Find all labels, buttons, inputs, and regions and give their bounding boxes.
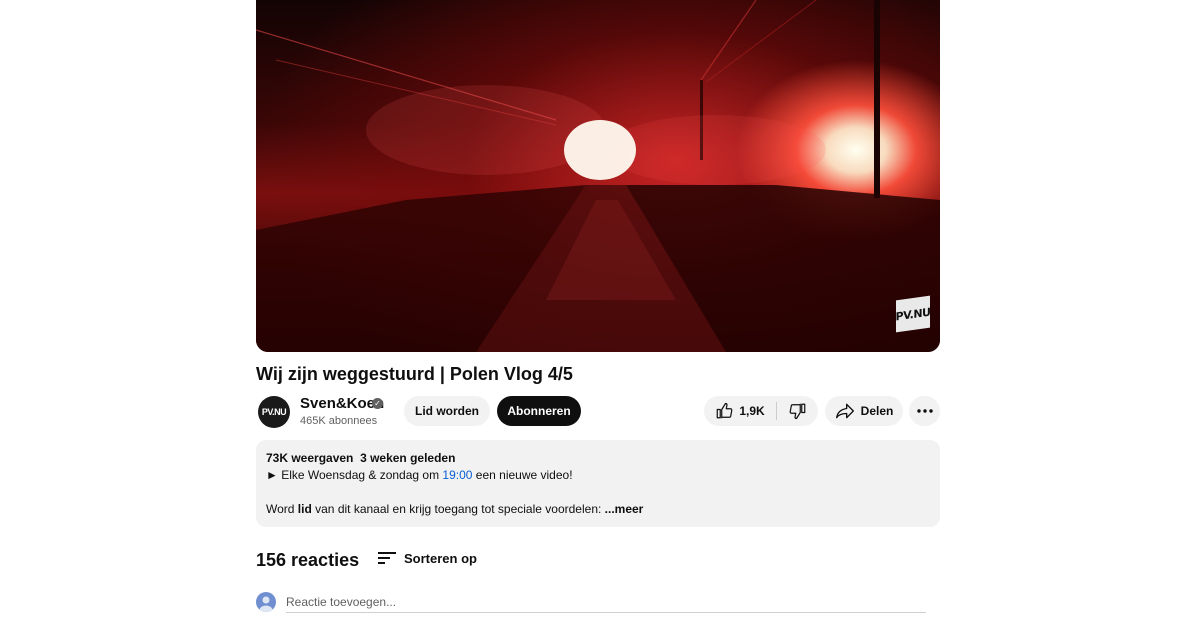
user-silhouette-icon bbox=[259, 596, 273, 612]
user-avatar bbox=[256, 592, 276, 612]
verified-check-icon: ✓ bbox=[372, 398, 383, 409]
ellipsis-icon bbox=[916, 409, 933, 413]
join-button[interactable]: Lid worden bbox=[404, 396, 490, 426]
membership-prefix: Word bbox=[266, 502, 298, 516]
video-frame-scene bbox=[256, 0, 940, 352]
comments-count: 156 reacties bbox=[256, 550, 360, 570]
upload-date: 3 weken geleden bbox=[360, 451, 456, 465]
channel-avatar[interactable]: PV.NU bbox=[258, 396, 290, 428]
like-count: 1,9K bbox=[739, 404, 765, 418]
thumbs-up-icon bbox=[716, 402, 733, 419]
schedule-suffix: een nieuwe video! bbox=[472, 468, 573, 482]
thumbs-down-icon bbox=[789, 403, 805, 420]
share-label: Delen bbox=[860, 404, 894, 418]
more-actions-button[interactable] bbox=[909, 396, 940, 426]
video-meta: 73K weergaven 3 weken geleden bbox=[266, 451, 455, 465]
video-player[interactable]: PV.NU bbox=[256, 0, 940, 352]
subscriber-count: 465K abonnees bbox=[300, 415, 378, 427]
sort-icon bbox=[378, 552, 396, 564]
timestamp-link[interactable]: 19:00 bbox=[442, 468, 472, 482]
subscribe-button[interactable]: Abonneren bbox=[497, 396, 581, 426]
description-box[interactable]: 73K weergaven 3 weken geleden ► Elke Woe… bbox=[256, 440, 940, 527]
comment-input[interactable] bbox=[286, 592, 926, 613]
channel-watermark: PV.NU bbox=[896, 295, 931, 333]
video-title: Wij zijn weggestuurd | Polen Vlog 4/5 bbox=[256, 364, 573, 384]
membership-bold: lid bbox=[297, 502, 312, 516]
description-line-membership: Word lid van dit kanaal en krijg toegang… bbox=[266, 502, 643, 516]
sort-button[interactable]: Sorteren op bbox=[378, 548, 477, 568]
like-dislike-group: 1,9K bbox=[704, 396, 818, 426]
dislike-button[interactable] bbox=[777, 396, 818, 426]
share-arrow-icon bbox=[835, 403, 854, 419]
channel-row: PV.NU Sven&Koen ✓ 465K abonnees Lid word… bbox=[256, 394, 940, 430]
sort-label: Sorteren op bbox=[404, 550, 477, 566]
view-count: 73K weergaven bbox=[266, 451, 354, 465]
description-line-schedule: ► Elke Woensdag & zondag om 19:00 een ni… bbox=[266, 468, 573, 482]
share-button[interactable]: Delen bbox=[825, 396, 903, 426]
membership-suffix: van dit kanaal en krijg toegang tot spec… bbox=[311, 502, 602, 516]
schedule-text: ► Elke Woensdag & zondag om bbox=[266, 468, 443, 482]
like-button[interactable]: 1,9K bbox=[704, 396, 776, 426]
show-more-link[interactable]: ...meer bbox=[601, 502, 644, 516]
